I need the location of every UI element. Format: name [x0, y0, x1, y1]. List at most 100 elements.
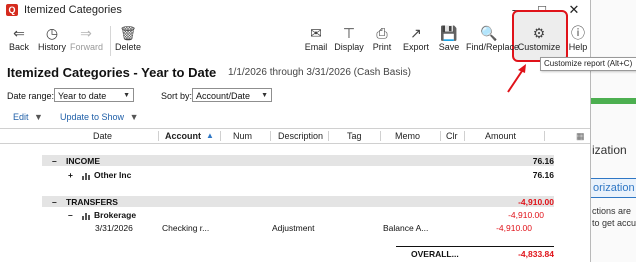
sort-by-label: Sort by:	[161, 91, 193, 101]
forward-button[interactable]: ⇒ Forward	[70, 24, 104, 52]
trash-icon: 🗑	[119, 25, 137, 41]
delete-button[interactable]: 🗑 Delete	[114, 24, 142, 52]
column-divider	[270, 131, 271, 141]
income-label: INCOME	[66, 156, 100, 166]
gear-icon: ⚙	[532, 25, 546, 41]
envelope-icon: ✉	[310, 25, 322, 41]
update-to-show-menu[interactable]: Update to Show ▼	[60, 112, 138, 122]
help-icon: ⓘ	[571, 25, 585, 41]
column-date[interactable]: Date	[93, 131, 112, 141]
forward-arrow-icon: ⇒	[80, 25, 92, 41]
background-heading: ization	[592, 143, 627, 157]
category-bar-chart-icon	[82, 210, 91, 220]
email-button[interactable]: ✉ Email	[302, 24, 330, 52]
export-label: Export	[402, 42, 429, 52]
other-inc-amount: 76.16	[532, 170, 554, 180]
save-disk-icon: 💾	[440, 25, 458, 41]
transfers-label: TRANSFERS	[66, 197, 118, 207]
forward-label: Forward	[70, 42, 104, 52]
close-icon[interactable]: ✕	[566, 2, 582, 18]
column-divider	[220, 131, 221, 141]
help-button[interactable]: ⓘ Help	[568, 24, 588, 52]
txn-date[interactable]: 3/31/2026	[95, 223, 133, 233]
income-section-row	[42, 155, 554, 166]
title-bar: Q Itemized Categories – □ ✕	[0, 0, 590, 20]
column-divider	[440, 131, 441, 141]
column-account[interactable]: Account	[165, 131, 201, 141]
print-button[interactable]: ⎙ Print	[370, 24, 394, 52]
find-replace-button[interactable]: 🔍 Find/Replace	[466, 24, 519, 52]
column-amount[interactable]: Amount	[485, 131, 516, 141]
txn-memo[interactable]: Balance A...	[383, 223, 428, 233]
txn-description[interactable]: Adjustment	[272, 223, 315, 233]
history-clock-icon: ◷	[45, 25, 59, 41]
customize-button[interactable]: ⚙ Customize	[516, 24, 562, 52]
export-icon: ↗	[410, 25, 422, 41]
update-to-show-label: Update to Show	[60, 112, 125, 122]
edit-menu[interactable]: Edit ▼	[13, 112, 43, 122]
history-label: History	[38, 42, 67, 52]
printer-icon: ⎙	[376, 25, 388, 41]
report-title: Itemized Categories - Year to Date	[7, 65, 217, 80]
overall-label: OVERALL...	[411, 249, 459, 259]
column-num[interactable]: Num	[233, 131, 252, 141]
expand-icon[interactable]: +	[68, 170, 73, 180]
report-window: Q Itemized Categories – □ ✕ ⇐ Back ◷ His…	[0, 0, 591, 262]
export-button[interactable]: ↗ Export	[401, 24, 431, 52]
brokerage-label: Brokerage	[94, 210, 137, 220]
column-divider	[464, 131, 465, 141]
chevron-down-icon: ▼	[261, 92, 268, 99]
background-text-line1: ctions are	[592, 206, 632, 216]
edit-label: Edit	[13, 112, 29, 122]
collapse-icon[interactable]: –	[68, 210, 73, 220]
display-button[interactable]: ⊤ Display	[334, 24, 364, 52]
category-bar-chart-icon	[82, 170, 91, 180]
history-button[interactable]: ◷ History	[38, 24, 66, 52]
save-label: Save	[438, 42, 460, 52]
column-memo[interactable]: Memo	[395, 131, 420, 141]
email-label: Email	[304, 42, 328, 52]
display-options-icon: ⊤	[342, 25, 356, 41]
back-button[interactable]: ⇐ Back	[6, 24, 32, 52]
transfers-total: -4,910.00	[518, 197, 554, 207]
column-divider	[328, 131, 329, 141]
collapse-icon[interactable]: –	[52, 156, 57, 166]
customize-label: Customize	[517, 42, 561, 52]
delete-label: Delete	[114, 42, 141, 52]
brokerage-row[interactable]: Brokerage	[82, 210, 136, 220]
progress-bar	[588, 98, 636, 104]
column-tag[interactable]: Tag	[347, 131, 362, 141]
app-logo-icon: Q	[6, 4, 18, 16]
display-label: Display	[334, 42, 364, 52]
sort-by-select[interactable]: Account/Date ▼	[192, 88, 272, 102]
toolbar-divider	[110, 26, 111, 56]
annotation-arrow-icon	[507, 64, 526, 93]
find-replace-icon: 🔍	[480, 25, 498, 41]
date-range-label: Date range:	[7, 91, 55, 101]
chevron-down-icon: ▼	[129, 112, 139, 122]
brokerage-amount: -4,910.00	[508, 210, 544, 220]
back-arrow-icon: ⇐	[13, 25, 25, 41]
find-replace-label: Find/Replace	[466, 42, 520, 52]
txn-amount[interactable]: -4,910.00	[496, 223, 532, 233]
background-app: ization orization ctions are to get accu…	[588, 0, 636, 262]
column-clr[interactable]: Clr	[446, 131, 458, 141]
chevron-down-icon: ▼	[123, 92, 130, 99]
date-range-value: Year to date	[58, 91, 107, 101]
other-inc-row[interactable]: Other Inc	[82, 170, 131, 180]
column-header-row: Date Account ▲ Num Description Tag Memo …	[0, 128, 590, 144]
collapse-icon[interactable]: –	[52, 197, 57, 207]
sort-ascending-icon: ▲	[206, 131, 214, 140]
window-title: Itemized Categories	[24, 4, 122, 16]
overall-total: -4,833.84	[518, 249, 554, 259]
txn-account[interactable]: Checking r...	[162, 223, 209, 233]
column-settings-icon[interactable]: ▦	[576, 131, 585, 142]
customize-tooltip: Customize report (Alt+C)	[540, 57, 636, 71]
save-button[interactable]: 💾 Save	[437, 24, 461, 52]
chevron-down-icon: ▼	[34, 112, 43, 122]
other-inc-label: Other Inc	[94, 170, 132, 180]
column-divider	[544, 131, 545, 141]
column-description[interactable]: Description	[278, 131, 323, 141]
date-range-select[interactable]: Year to date ▼	[54, 88, 134, 102]
background-authorization-button[interactable]: orization	[590, 178, 636, 198]
